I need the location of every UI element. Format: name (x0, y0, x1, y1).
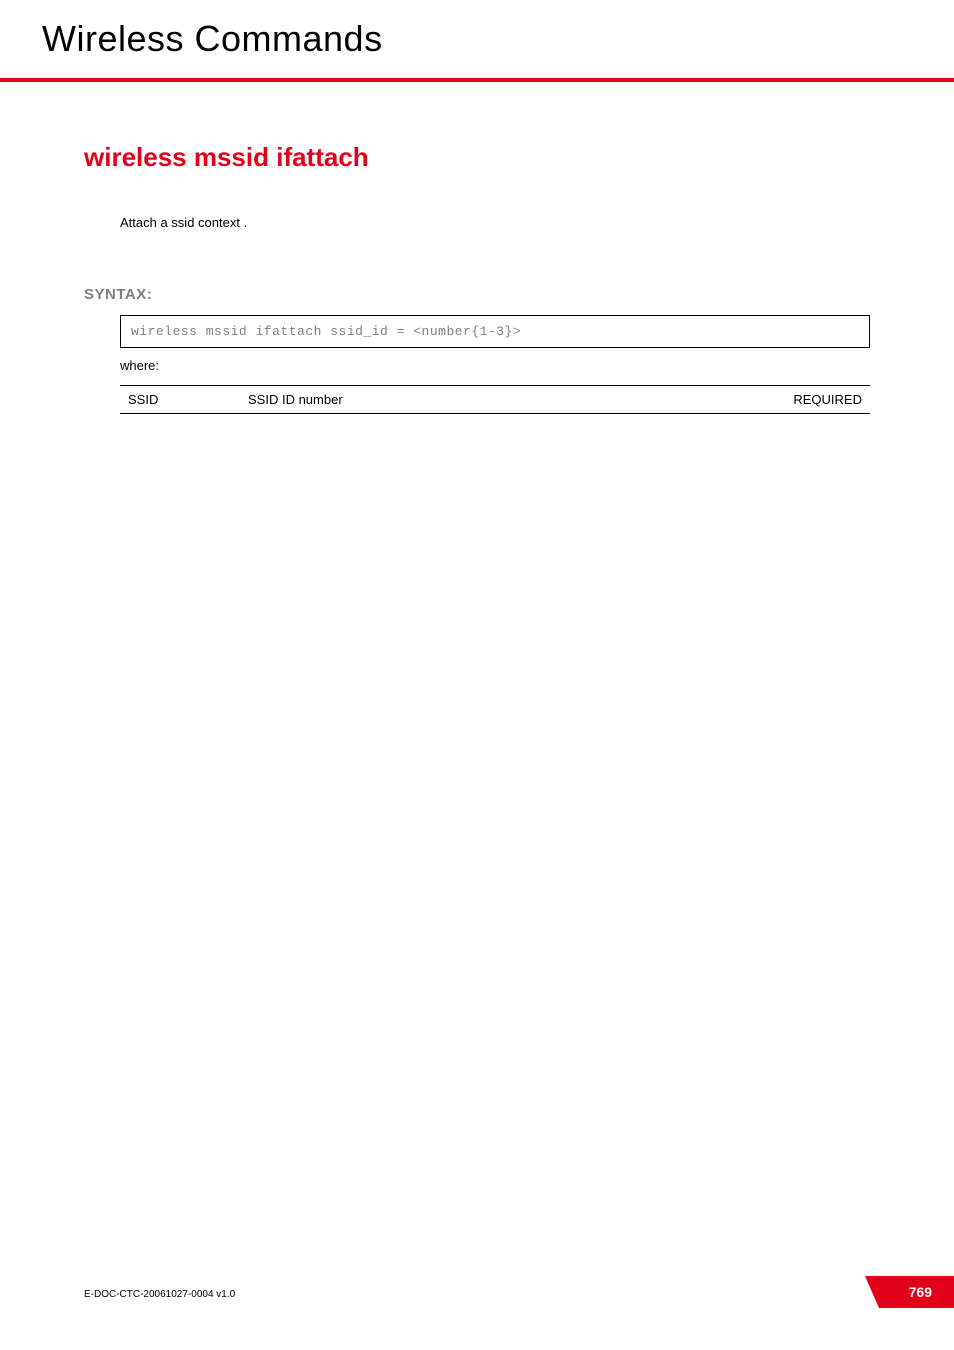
param-table: SSID SSID ID number REQUIRED (120, 385, 870, 414)
command-description: Attach a ssid context . (120, 215, 870, 230)
page-header-title: Wireless Commands (42, 18, 954, 60)
syntax-label: SYNTAX: (84, 286, 870, 303)
content: wireless mssid ifattach Attach a ssid co… (0, 82, 954, 414)
footer-doc-id: E-DOC-CTC-20061027-0004 v1.0 (84, 1289, 235, 1300)
param-req: REQUIRED (750, 386, 870, 414)
where-label: where: (120, 358, 870, 373)
param-desc: SSID ID number (240, 386, 750, 414)
table-row: SSID SSID ID number REQUIRED (120, 386, 870, 414)
footer: E-DOC-CTC-20061027-0004 v1.0 769 (0, 1284, 954, 1302)
page-number: 769 (879, 1276, 954, 1308)
page-header: Wireless Commands (0, 0, 954, 60)
syntax-box: wireless mssid ifattach ssid_id = <numbe… (120, 315, 870, 348)
param-name: SSID (120, 386, 240, 414)
command-title: wireless mssid ifattach (84, 142, 870, 173)
